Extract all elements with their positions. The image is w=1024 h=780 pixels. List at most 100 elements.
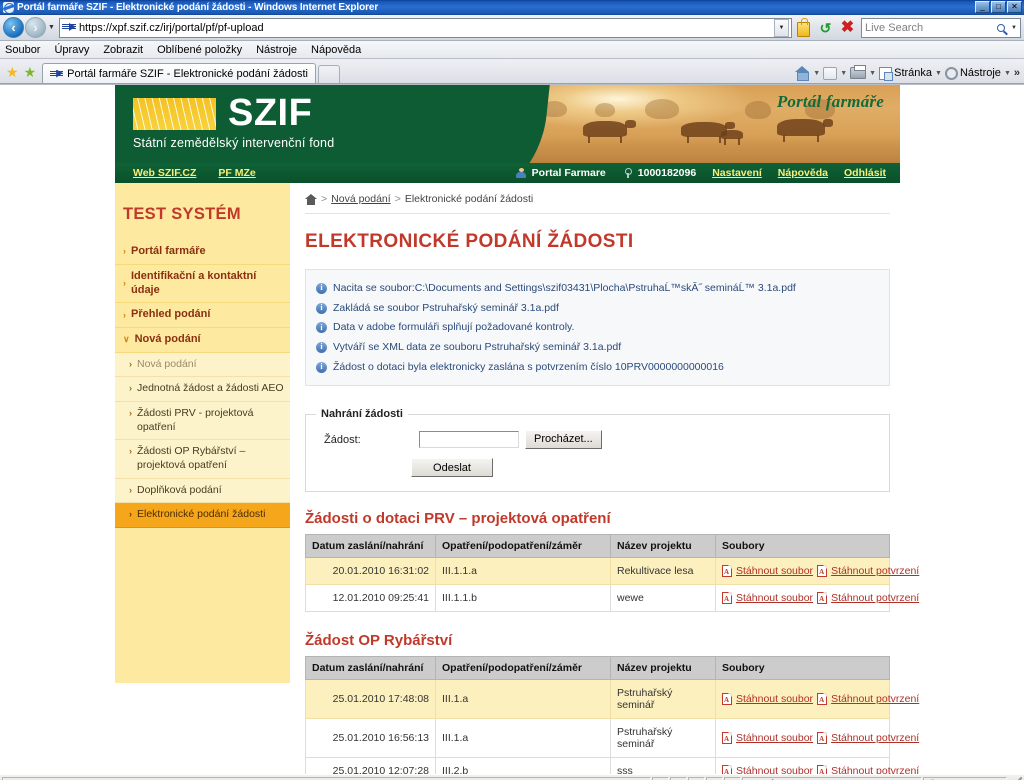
page-icon[interactable] [879, 66, 894, 81]
sidebar-item-identifikacni-udaje[interactable]: › Identifikační a kontaktní údaje [115, 265, 290, 304]
statusbar-slot [706, 776, 723, 780]
table-header-row: Datum zaslání/nahrání Opatření/podopatře… [305, 534, 890, 559]
address-input[interactable]: https://xpf.szif.cz/irj/portal/pf/pf-upl… [58, 17, 792, 38]
sidebar-subitem-nova-podani[interactable]: › Nová podání [115, 352, 290, 378]
submit-button[interactable]: Odeslat [411, 458, 493, 478]
forward-button[interactable]: › [25, 17, 46, 38]
pdf-icon [817, 592, 828, 605]
column-header-files: Soubory [715, 656, 890, 681]
column-header-project: Název projektu [610, 656, 716, 681]
download-file-link[interactable]: Stáhnout soubor [736, 693, 813, 705]
download-confirmation-link[interactable]: Stáhnout potvrzení [831, 693, 919, 705]
menu-upravy[interactable]: Úpravy [54, 44, 89, 56]
window-controls: _ □ ✕ [975, 1, 1022, 13]
search-input[interactable]: Live Search [865, 22, 992, 34]
browser-tab-active[interactable]: Portál farmáře SZIF - Elektronické podán… [42, 63, 317, 83]
menu-soubor[interactable]: Soubor [5, 44, 40, 56]
cell-project: Pstruhařský seminář [610, 718, 716, 759]
tools-menu-label[interactable]: Nástroje [960, 67, 1001, 79]
menu-nastroje[interactable]: Nástroje [256, 44, 297, 56]
szif-logo: SZIF [133, 94, 312, 132]
security-zone-indicator[interactable]: ✓ Důvěryhodné servery [742, 776, 922, 780]
chevron-right-icon: › [129, 509, 132, 520]
zoom-control[interactable]: ✚ 100% ▼ [923, 776, 1007, 780]
link-web-szif[interactable]: Web SZIF.CZ [133, 167, 196, 179]
sidebar-item-portal-farmare[interactable]: › Portál farmáře [115, 240, 290, 265]
cell-project: wewe [610, 584, 716, 613]
info-icon: i [316, 361, 327, 373]
link-pf-mze[interactable]: PF MZe [218, 167, 255, 179]
browse-button[interactable]: Procházet... [525, 430, 602, 450]
download-file-link[interactable]: Stáhnout soubor [736, 592, 813, 604]
table-row: 20.01.2010 16:31:02 III.1.1.a Rekultivac… [305, 557, 919, 586]
column-header-project: Název projektu [610, 534, 716, 559]
print-icon[interactable] [850, 65, 867, 79]
home-icon[interactable] [305, 193, 317, 205]
download-confirmation-link[interactable]: Stáhnout potvrzení [831, 565, 919, 577]
close-button[interactable]: ✕ [1007, 1, 1022, 13]
status-message-row: i Žádost o dotaci byla elektronicky zasl… [316, 358, 879, 378]
link-odhlasit[interactable]: Odhlásit [844, 167, 886, 179]
sidebar-subitem-jednotna-zadost-aeo[interactable]: › Jednotná žádost a žádosti AEO [115, 377, 290, 403]
menu-zobrazit[interactable]: Zobrazit [103, 44, 143, 56]
download-file-link[interactable]: Stáhnout soubor [736, 765, 813, 774]
link-nastaveni[interactable]: Nastavení [712, 167, 762, 179]
home-icon[interactable] [794, 66, 810, 81]
resize-grip[interactable] [1008, 776, 1022, 780]
close-x-icon: ✖ [840, 18, 855, 36]
page-menu-label[interactable]: Stránka [894, 67, 932, 79]
download-file-link[interactable]: Stáhnout soubor [736, 732, 813, 744]
search-box[interactable]: Live Search ▼ [861, 17, 1021, 38]
home-dropdown-icon[interactable]: ▼ [812, 70, 821, 77]
sidebar-item-label: Portál farmáře [131, 245, 206, 257]
file-path-input[interactable] [419, 431, 519, 449]
chevron-down-icon: ∨ [123, 334, 130, 345]
download-confirmation-link[interactable]: Stáhnout potvrzení [831, 732, 919, 744]
search-provider-dropdown-icon[interactable]: ▼ [1011, 25, 1017, 31]
search-go-button[interactable] [992, 19, 1010, 37]
sidebar-subitem-doplnkova-podani[interactable]: › Doplňková podání [115, 478, 290, 504]
status-message-text: Zakládá se soubor Pstruhařský seminář 3.… [333, 301, 559, 314]
toolbar-overflow-icon[interactable]: » [1014, 67, 1020, 79]
table-row: 25.01.2010 17:48:08 III.1.a Pstruhařský … [305, 679, 919, 720]
breadcrumb-current: Elektronické podání žádosti [404, 193, 534, 205]
banner-slogan: Portál farmáře [776, 92, 884, 111]
menu-napoveda[interactable]: Nápověda [311, 44, 361, 56]
tools-menu-dropdown-icon[interactable]: ▼ [1003, 70, 1012, 77]
ssl-lock-button[interactable] [793, 17, 814, 38]
minimize-button[interactable]: _ [975, 1, 990, 13]
chevron-right-icon: › [129, 446, 132, 457]
menu-oblibene-polozky[interactable]: Oblíbené položky [157, 44, 242, 56]
gear-icon[interactable] [944, 66, 958, 80]
tab-favicon-icon [50, 69, 64, 79]
breadcrumb-link-nova-podani[interactable]: Nová podání [331, 193, 391, 205]
print-dropdown-icon[interactable]: ▼ [868, 70, 877, 77]
restore-button[interactable]: □ [991, 1, 1006, 13]
cell-files: Stáhnout soubor Stáhnout potvrzení [715, 557, 919, 586]
feed-dropdown-icon[interactable]: ▼ [839, 70, 848, 77]
new-tab-button[interactable] [318, 65, 341, 83]
download-confirmation-link[interactable]: Stáhnout potvrzení [831, 765, 919, 774]
column-header-date: Datum zaslání/nahrání [305, 534, 436, 559]
rss-feed-icon[interactable] [823, 66, 838, 80]
sidebar-subitem-zadosti-op-rybarstvi[interactable]: › Žádosti OP Rybářství – projektová opat… [115, 440, 290, 479]
sidebar-subitem-elektronicke-podani-zadosti[interactable]: › Elektronické podání žádosti [115, 503, 290, 528]
browser-statusbar: Hotovo ✓ Důvěryhodné servery ✚ 100% ▼ [0, 774, 1024, 780]
sidebar-item-nova-podani[interactable]: ∨ Nová podání [115, 328, 290, 353]
address-dropdown-icon[interactable]: ▼ [774, 18, 789, 37]
refresh-button[interactable]: ↺ [815, 17, 836, 38]
link-napoveda[interactable]: Nápověda [778, 167, 828, 179]
download-confirmation-link[interactable]: Stáhnout potvrzení [831, 592, 919, 604]
sidebar-item-prehled-podani[interactable]: › Přehled podání [115, 303, 290, 328]
recent-pages-dropdown-icon[interactable]: ▼ [48, 24, 55, 31]
stop-button[interactable]: ✖ [837, 17, 858, 38]
back-button[interactable]: ‹ [3, 17, 24, 38]
lock-icon [797, 17, 810, 37]
add-to-favorites-icon[interactable]: ★ [24, 65, 37, 79]
download-file-link[interactable]: Stáhnout soubor [736, 565, 813, 577]
sidebar-subitem-zadosti-prv[interactable]: › Žádosti PRV - projektová opatření [115, 402, 290, 441]
topnav-left-links: Web SZIF.CZ PF MZe [115, 167, 256, 179]
section-heading-op-rybarstvi: Žádost OP Rybářství [305, 632, 453, 650]
page-menu-dropdown-icon[interactable]: ▼ [934, 70, 943, 77]
favorites-center-icon[interactable]: ★ [6, 65, 19, 79]
